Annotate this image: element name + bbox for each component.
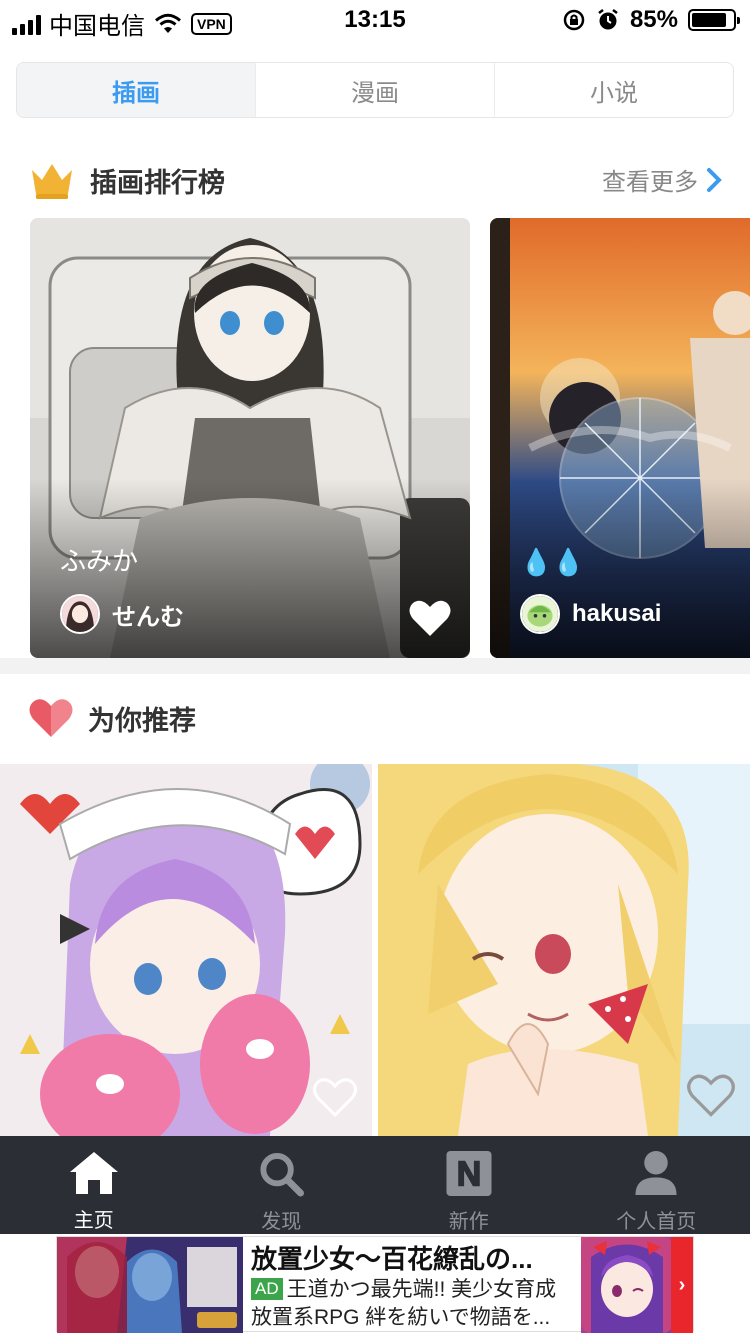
artwork-author[interactable]: hakusai [520, 594, 661, 634]
content-type-tabs: 插画 漫画 小说 [16, 62, 734, 118]
like-heart-icon[interactable] [312, 1076, 358, 1118]
bottom-tab-bar: 主页 发现 新作 个人首页 [0, 1136, 750, 1234]
tab-illustration[interactable]: 插画 [17, 63, 256, 117]
artwork-author[interactable]: せんむ [60, 594, 184, 634]
ranking-title: 插画排行榜 [90, 167, 225, 198]
tab-profile[interactable]: 个人首页 [563, 1136, 750, 1234]
ad-image [57, 1237, 243, 1333]
ranking-card[interactable]: ふみか せんむ [30, 218, 470, 658]
ad-app-icon [581, 1237, 673, 1333]
tab-discover[interactable]: 发现 [188, 1136, 376, 1234]
see-more-link[interactable]: 查看更多 [602, 162, 722, 197]
tab-label: 发现 [261, 1211, 302, 1233]
tab-novel[interactable]: 小说 [495, 63, 733, 117]
like-heart-icon[interactable] [408, 598, 452, 638]
ad-badge: AD [251, 1278, 283, 1300]
avatar [520, 594, 560, 634]
ad-title: 放置少女～百花繚乱の... [251, 1244, 533, 1274]
home-icon [69, 1152, 118, 1194]
recommend-title: 为你推荐 [88, 705, 196, 736]
status-bar: 中国电信 VPN 13:15 85% [0, 0, 750, 40]
ranking-card[interactable]: 💧💧 hakusai [490, 218, 750, 658]
tab-new-works[interactable]: 新作 [375, 1136, 563, 1234]
new-n-icon [446, 1150, 492, 1197]
rotation-lock-icon [563, 9, 585, 31]
tab-label: 个人首页 [616, 1211, 697, 1233]
author-name: せんむ [112, 603, 184, 631]
avatar [60, 594, 100, 634]
recommend-card[interactable] [378, 764, 750, 1136]
section-divider [0, 658, 750, 674]
see-more-label: 查看更多 [602, 169, 698, 196]
recommend-card[interactable] [0, 764, 372, 1136]
heart-icon [29, 699, 73, 737]
artwork-title: ふみか [60, 546, 139, 576]
chevron-right-icon [707, 167, 722, 192]
tab-home[interactable]: 主页 [0, 1136, 188, 1234]
battery-icon [688, 9, 740, 31]
artwork-title: 💧💧 [520, 547, 585, 577]
ad-line-1: 王道かつ最先端!! 美少女育成 [286, 1278, 557, 1301]
ad-banner[interactable]: 放置少女～百花繚乱の... AD 王道かつ最先端!! 美少女育成 放置系RPG 絆… [56, 1236, 694, 1333]
tab-label: 主页 [73, 1210, 114, 1232]
person-icon [635, 1150, 677, 1196]
recommend-header: 为你推荐 [0, 688, 750, 748]
ad-arrow[interactable]: › [671, 1237, 693, 1333]
alarm-icon [598, 9, 618, 30]
tab-manga[interactable]: 漫画 [256, 63, 495, 117]
author-name: hakusai [572, 600, 662, 627]
like-heart-icon[interactable] [686, 1072, 736, 1118]
tab-label: 新作 [448, 1211, 489, 1233]
battery-percent: 85% [629, 6, 678, 33]
crown-icon [32, 164, 72, 199]
ad-line-2: 放置系RPG 絆を紡いで物語を... [251, 1306, 551, 1329]
search-icon [260, 1152, 305, 1197]
ranking-header: 插画排行榜 查看更多 [0, 150, 750, 210]
